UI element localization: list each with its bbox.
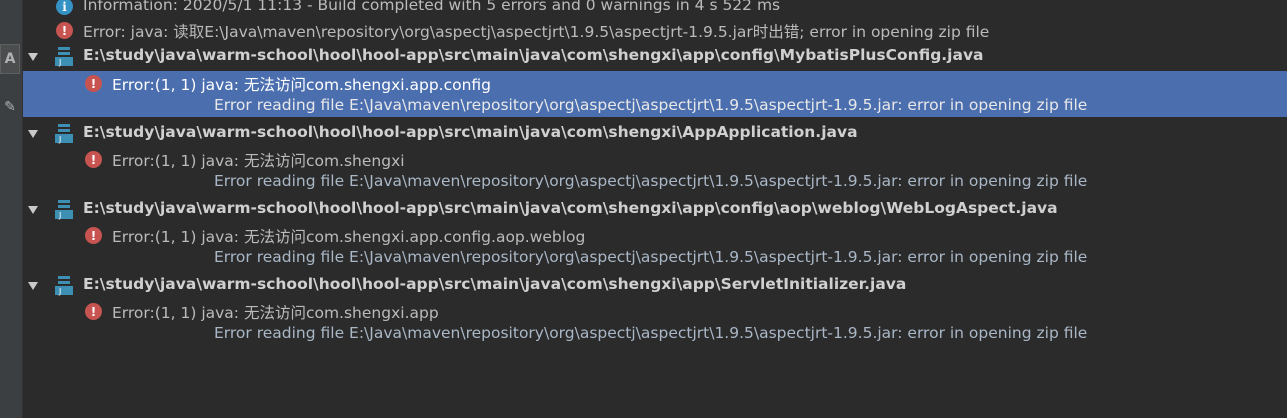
file-icon-label: J [58,135,61,144]
autoscroll-icon[interactable]: A [0,44,20,74]
error-item-selected[interactable]: ! Error:(1, 1) java: 无法访问com.shengxi.app… [23,71,1287,117]
file-path: E:\study\java\warm-school\hool\hool-app\… [83,46,984,64]
chevron-down-icon[interactable] [28,53,38,61]
file-node-row[interactable]: J E:\study\java\warm-school\hool\hool-ap… [23,122,1287,145]
build-messages-panel: A ✎ i Information: 2020/5/1 11:13 - Buil… [0,0,1287,418]
error-item-text: Error:(1, 1) java: 无法访问com.shengxi.app.c… [112,228,586,246]
file-node-row[interactable]: J E:\study\java\warm-school\hool\hool-ap… [23,198,1287,221]
file-icon-label: J [58,287,61,296]
error-detail-text: Error reading file E:\Java\maven\reposit… [214,172,1088,190]
settings-wrench-icon[interactable]: ✎ [0,92,20,122]
java-file-icon: J [55,124,73,144]
file-icon-label: J [58,58,61,67]
file-icon-label: J [58,211,61,220]
chevron-down-icon[interactable] [28,130,38,138]
java-file-icon: J [55,276,73,296]
error-icon: ! [85,227,102,244]
error-item-text: Error:(1, 1) java: 无法访问com.shengxi.app [112,304,439,322]
java-file-icon: J [55,47,73,67]
chevron-down-icon[interactable] [28,282,38,290]
error-item-text: Error:(1, 1) java: 无法访问com.shengxi.app.c… [112,76,492,94]
file-path: E:\study\java\warm-school\hool\hool-app\… [83,275,907,293]
error-detail-text: Error reading file E:\Java\maven\reposit… [214,324,1088,342]
tool-gutter: A ✎ [0,0,23,418]
error-detail-text: Error reading file E:\Java\maven\reposit… [214,248,1088,266]
file-node-row[interactable]: J E:\study\java\warm-school\hool\hool-ap… [23,45,1287,68]
error-message-text: Error: java: 读取E:\Java\maven\repository\… [83,23,990,41]
file-path: E:\study\java\warm-school\hool\hool-app\… [83,123,858,141]
error-icon: ! [85,151,102,168]
error-item-text: Error:(1, 1) java: 无法访问com.shengxi [112,152,405,170]
error-icon: ! [85,303,102,320]
chevron-down-icon[interactable] [28,206,38,214]
file-path: E:\study\java\warm-school\hool\hool-app\… [83,199,1058,217]
error-item[interactable]: ! Error:(1, 1) java: 无法访问com.shengxi.app… [23,223,1287,269]
error-item[interactable]: ! Error:(1, 1) java: 无法访问com.shengxi Err… [23,147,1287,193]
error-detail-text: Error reading file E:\Java\maven\reposit… [214,96,1088,114]
java-file-icon: J [55,200,73,220]
info-message-row[interactable]: i Information: 2020/5/1 11:13 - Build co… [23,0,1287,17]
error-icon: ! [56,22,73,39]
info-message-text: Information: 2020/5/1 11:13 - Build comp… [83,0,781,14]
error-message-row[interactable]: ! Error: java: 读取E:\Java\maven\repositor… [23,19,1287,42]
info-icon: i [56,0,73,15]
error-icon: ! [85,75,102,92]
error-item[interactable]: ! Error:(1, 1) java: 无法访问com.shengxi.app… [23,299,1287,345]
messages-tree: i Information: 2020/5/1 11:13 - Build co… [23,0,1287,418]
file-node-row[interactable]: J E:\study\java\warm-school\hool\hool-ap… [23,274,1287,297]
